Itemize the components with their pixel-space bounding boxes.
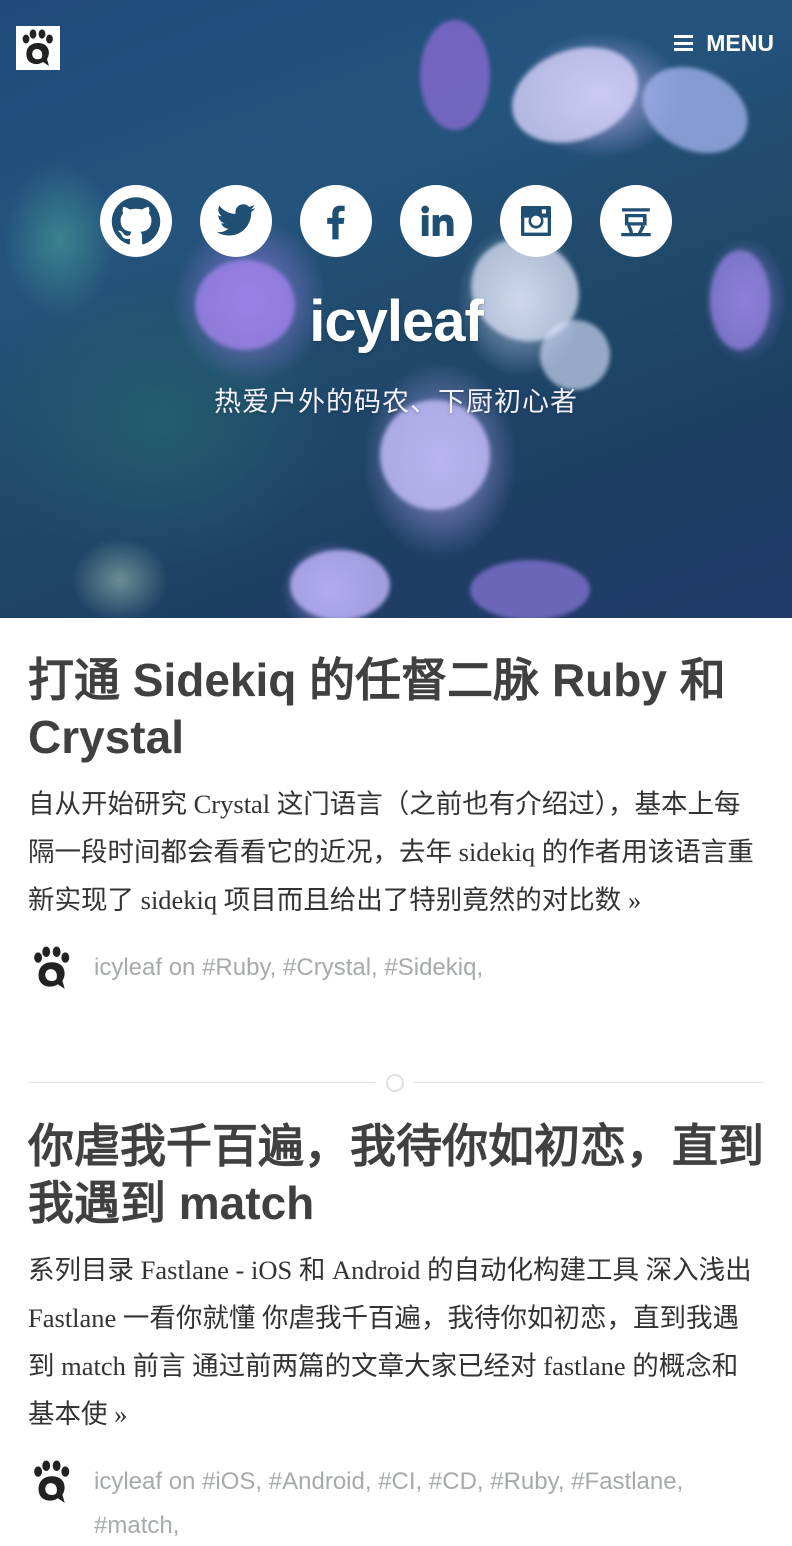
excerpt-text: 自从开始研究 Crystal 这门语言（之前也有介绍过），基本上每隔一段时间都会… — [28, 789, 754, 915]
menu-label: MENU — [706, 29, 774, 56]
tag-link[interactable]: #Android, — [269, 1468, 372, 1495]
post-excerpt: 系列目录 Fastlane - iOS 和 Android 的自动化构建工具 深… — [28, 1246, 764, 1438]
tag-link[interactable]: #CI, — [378, 1468, 422, 1495]
flower-petal — [628, 50, 762, 170]
read-more-link[interactable]: » — [628, 885, 641, 915]
divider-line — [414, 1082, 764, 1083]
tag-link[interactable]: #Ruby, — [490, 1468, 564, 1495]
meta-on: on — [168, 1468, 196, 1495]
site-subtitle: 热爱户外的码农、下厨初心者 — [214, 387, 578, 418]
hero-banner: MENU 豆 icyleaf 热爱户外的码农、下厨初心者 — [0, 0, 792, 618]
divider-dot — [386, 1074, 404, 1092]
social-links: 豆 — [100, 185, 700, 257]
github-icon — [111, 197, 161, 245]
paw-q-logo-icon — [22, 29, 53, 66]
hamburger-icon — [674, 35, 694, 51]
github-link[interactable] — [100, 185, 172, 257]
linkedin-icon — [421, 205, 454, 236]
twitter-link[interactable] — [200, 185, 272, 257]
tag-link[interactable]: #Sidekiq, — [384, 954, 483, 981]
meta-on: on — [168, 954, 196, 981]
post-divider — [28, 1073, 764, 1093]
post-item: 你虐我千百遍，我待你如初恋，直到我遇到 match 系列目录 Fastlane … — [28, 1118, 764, 1546]
flower-petal — [498, 30, 652, 160]
flower-petal — [290, 550, 390, 618]
site-title[interactable]: icyleaf — [0, 288, 792, 355]
divider-line — [28, 1082, 375, 1083]
facebook-icon — [327, 205, 345, 240]
flower-petal — [420, 20, 490, 130]
tag-link[interactable]: #Fastlane, — [571, 1468, 683, 1495]
author-avatar-icon — [34, 1460, 70, 1503]
tag-link[interactable]: #iOS, — [202, 1468, 262, 1495]
post-meta: icyleaf on #Ruby, #Crystal, #Sidekiq, — [28, 946, 764, 990]
post-title[interactable]: 你虐我千百遍，我待你如初恋，直到我遇到 match — [28, 1118, 764, 1232]
read-more-link[interactable]: » — [114, 1399, 127, 1429]
post-item: 打通 Sidekiq 的任督二脉 Ruby 和 Crystal 自从开始研究 C… — [28, 652, 764, 990]
tag-link[interactable]: #Crystal, — [283, 954, 378, 981]
linkedin-link[interactable] — [400, 185, 472, 257]
author-avatar-icon — [34, 946, 70, 989]
post-title[interactable]: 打通 Sidekiq 的任督二脉 Ruby 和 Crystal — [28, 652, 764, 766]
menu-button[interactable]: MENU — [674, 28, 774, 58]
tag-link[interactable]: #CD, — [429, 1468, 484, 1495]
douban-link[interactable]: 豆 — [600, 185, 672, 257]
author-name[interactable]: icyleaf — [94, 954, 162, 981]
twitter-icon — [216, 204, 256, 236]
douban-icon: 豆 — [619, 204, 652, 242]
site-logo[interactable] — [16, 26, 60, 70]
excerpt-text: 系列目录 Fastlane - iOS 和 Android 的自动化构建工具 深… — [28, 1255, 752, 1429]
flower-petal — [470, 560, 590, 618]
instagram-icon — [521, 206, 551, 236]
tag-link[interactable]: #match, — [94, 1512, 179, 1539]
tag-link[interactable]: #Ruby, — [202, 954, 276, 981]
facebook-link[interactable] — [300, 185, 372, 257]
author-name[interactable]: icyleaf — [94, 1468, 162, 1495]
post-meta: icyleaf on #iOS, #Android, #CI, #CD, #Ru… — [28, 1460, 764, 1546]
post-excerpt: 自从开始研究 Crystal 这门语言（之前也有介绍过），基本上每隔一段时间都会… — [28, 780, 764, 924]
instagram-link[interactable] — [500, 185, 572, 257]
